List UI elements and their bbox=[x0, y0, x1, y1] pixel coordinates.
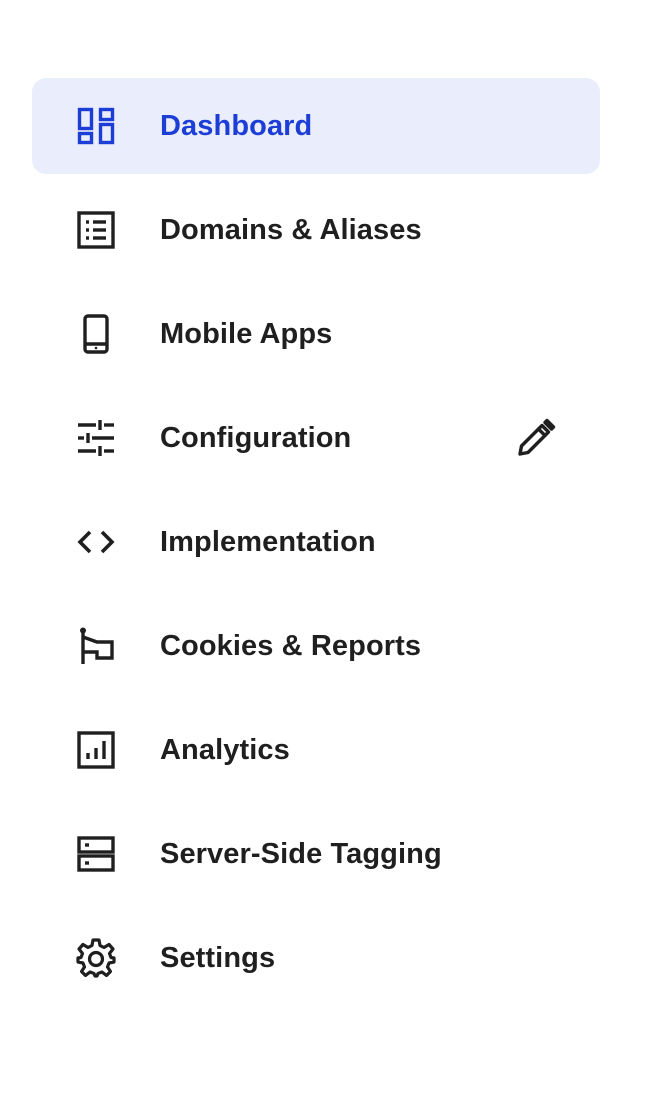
dashboard-icon bbox=[76, 106, 116, 146]
sidebar-nav: Dashboard Domains & Aliases Mobile Apps bbox=[32, 78, 600, 1014]
sidebar-item-cookies-reports[interactable]: Cookies & Reports bbox=[32, 598, 600, 694]
sidebar-item-settings[interactable]: Settings bbox=[32, 910, 600, 1006]
server-icon bbox=[76, 834, 116, 874]
phone-icon bbox=[76, 314, 116, 354]
sidebar-item-label: Server-Side Tagging bbox=[160, 838, 442, 870]
sliders-icon bbox=[76, 418, 116, 458]
sidebar-item-label: Mobile Apps bbox=[160, 318, 333, 350]
sidebar-item-configuration[interactable]: Configuration bbox=[32, 390, 600, 486]
sidebar-item-implementation[interactable]: Implementation bbox=[32, 494, 600, 590]
sidebar-item-mobile-apps[interactable]: Mobile Apps bbox=[32, 286, 600, 382]
bar-chart-icon bbox=[76, 730, 116, 770]
sidebar-item-label: Settings bbox=[160, 942, 276, 974]
sidebar-item-label: Analytics bbox=[160, 734, 290, 766]
flag-icon bbox=[76, 626, 116, 666]
sidebar-item-server-side-tagging[interactable]: Server-Side Tagging bbox=[32, 806, 600, 902]
sidebar-item-label: Implementation bbox=[160, 526, 376, 558]
sidebar-item-label: Cookies & Reports bbox=[160, 630, 422, 662]
sidebar-item-analytics[interactable]: Analytics bbox=[32, 702, 600, 798]
list-icon bbox=[76, 210, 116, 250]
sidebar-item-dashboard[interactable]: Dashboard bbox=[32, 78, 600, 174]
edit-configuration-button[interactable] bbox=[514, 418, 558, 458]
sidebar-item-label: Domains & Aliases bbox=[160, 214, 422, 246]
sidebar-item-label: Dashboard bbox=[160, 110, 313, 142]
code-icon bbox=[76, 522, 116, 562]
pencil-icon bbox=[516, 418, 556, 458]
sidebar-item-label: Configuration bbox=[160, 422, 352, 454]
gear-icon bbox=[76, 938, 116, 978]
sidebar-item-domains-aliases[interactable]: Domains & Aliases bbox=[32, 182, 600, 278]
